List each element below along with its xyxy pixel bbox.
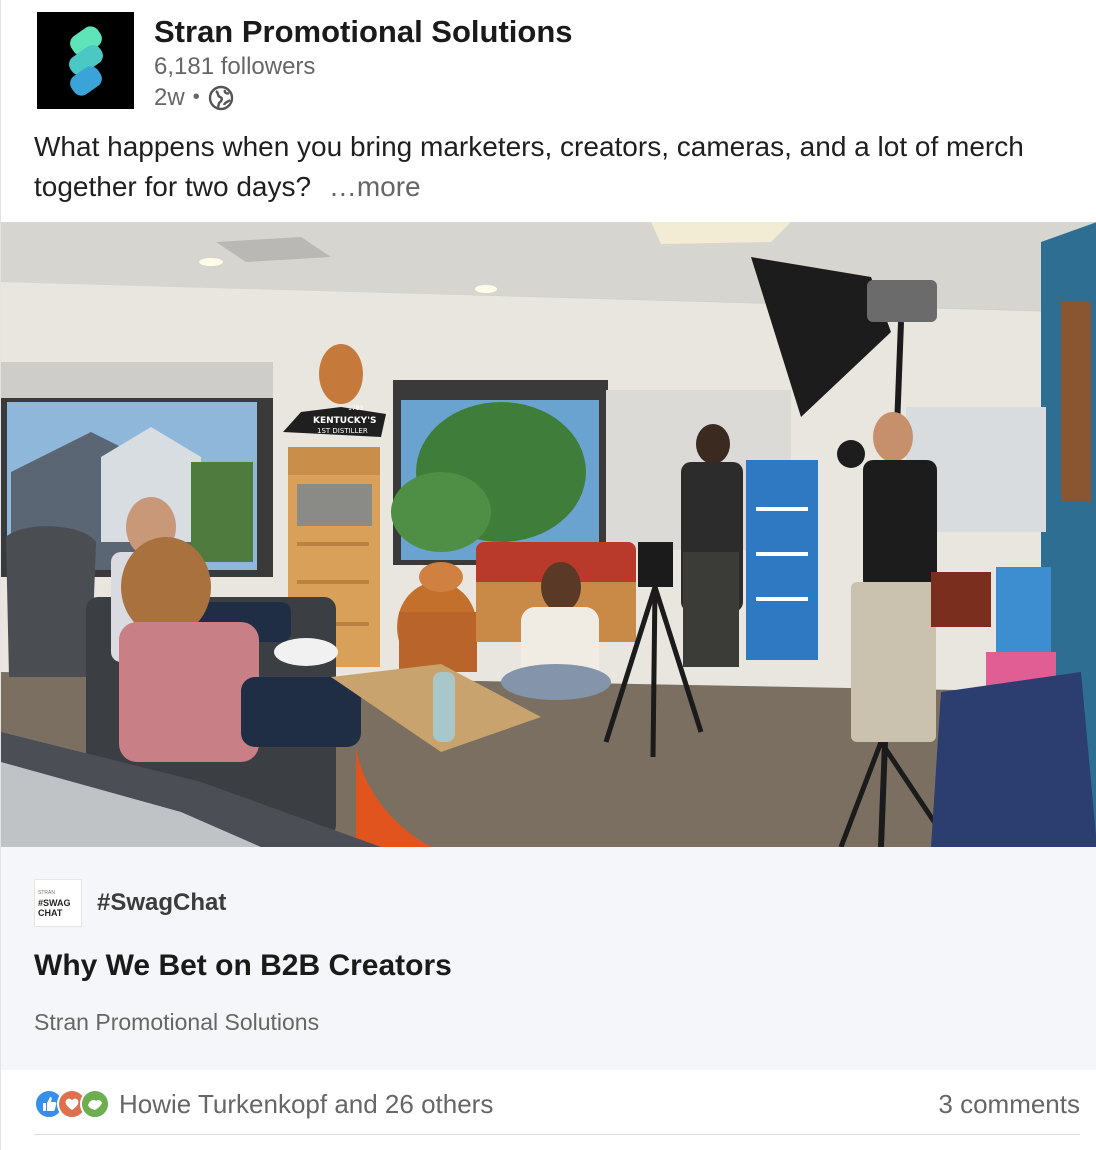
post-timestamp-row: 2w • <box>154 82 573 113</box>
post-time: 2w <box>154 84 185 111</box>
reactions-summary[interactable]: Howie Turkenkopf and 26 others <box>34 1089 493 1120</box>
article-author: Stran Promotional Solutions <box>34 1009 320 1035</box>
post-photo[interactable]: KENTUCKY'S 1ST DISTILLER 1783 <box>1 222 1096 847</box>
globe-icon <box>208 85 233 110</box>
support-icon <box>80 1089 110 1119</box>
post-header: Stran Promotional Solutions 6,181 follow… <box>37 12 573 113</box>
see-more-link[interactable]: …more <box>329 171 421 202</box>
company-logo[interactable] <box>37 12 134 109</box>
newsletter-thumb-line2: CHAT <box>38 908 63 918</box>
company-name[interactable]: Stran Promotional Solutions <box>154 14 573 50</box>
newsletter-thumb-brand: STRAN <box>38 890 55 896</box>
newsletter-thumbnail: STRAN #SWAG CHAT <box>34 879 82 927</box>
newsletter-name[interactable]: #SwagChat <box>97 889 226 917</box>
feed-post: Stran Promotional Solutions 6,181 follow… <box>0 0 1096 1150</box>
distiller-sign-year: 1783 <box>348 405 363 412</box>
post-body: What happens when you bring marketers, c… <box>34 131 1024 202</box>
reaction-icons <box>34 1089 110 1119</box>
divider <box>34 1134 1080 1135</box>
office-video-shoot-photo: KENTUCKY'S 1ST DISTILLER 1783 <box>1 222 1096 847</box>
newsletter-row: STRAN #SWAG CHAT #SwagChat <box>34 879 226 927</box>
comments-count[interactable]: 3 comments <box>938 1089 1080 1120</box>
distiller-sign-line1: KENTUCKY'S <box>313 416 376 426</box>
distiller-sign-line2: 1ST DISTILLER <box>317 427 368 435</box>
post-text: What happens when you bring marketers, c… <box>34 127 1074 207</box>
post-meta: Stran Promotional Solutions 6,181 follow… <box>154 12 573 113</box>
stran-logo-icon <box>68 25 103 96</box>
article-card[interactable]: STRAN #SWAG CHAT #SwagChat Why We Bet on… <box>1 847 1096 1070</box>
article-title[interactable]: Why We Bet on B2B Creators <box>34 949 452 983</box>
follower-count: 6,181 followers <box>154 53 316 80</box>
separator-dot: • <box>192 86 200 108</box>
reactors-text: Howie Turkenkopf and 26 others <box>119 1088 494 1119</box>
social-counts: Howie Turkenkopf and 26 others 3 comment… <box>34 1082 1080 1126</box>
newsletter-thumb-line1: #SWAG <box>38 898 71 908</box>
